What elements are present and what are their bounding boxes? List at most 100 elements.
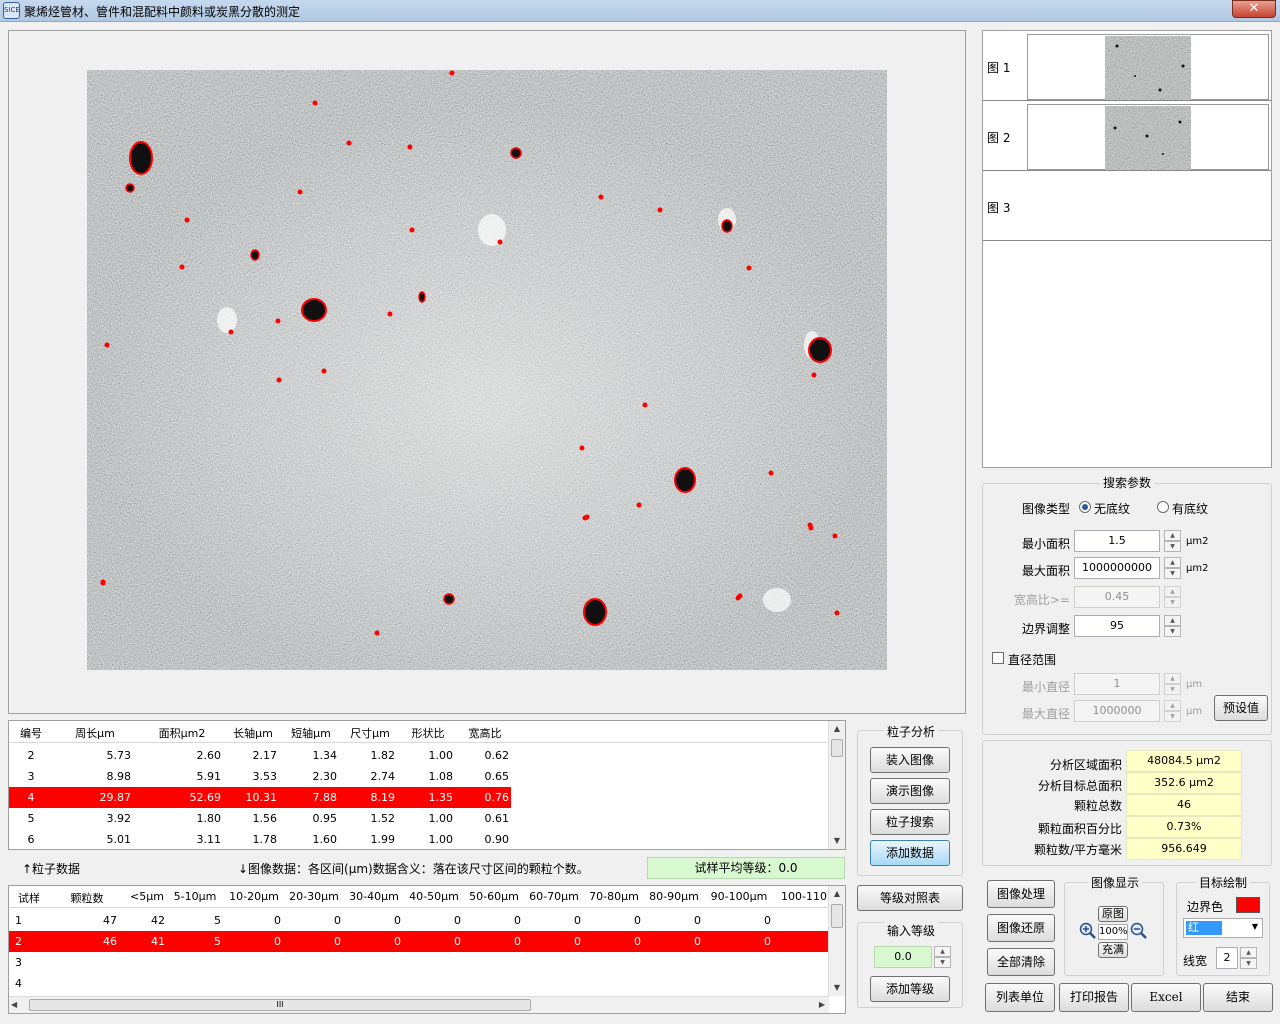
- excel-button[interactable]: Excel: [1131, 983, 1201, 1012]
- grade-input[interactable]: 0.0: [874, 946, 932, 968]
- scroll-up-icon[interactable]: ▲: [829, 721, 845, 737]
- aspect-ratio-input[interactable]: 0.45: [1074, 586, 1160, 608]
- grade-table-button[interactable]: 等级对照表: [857, 885, 963, 911]
- line-width-input[interactable]: 2: [1216, 947, 1238, 969]
- particle-cell: 2: [27, 749, 35, 762]
- load-image-button[interactable]: 装入图像: [870, 747, 950, 773]
- image-restore-button[interactable]: 图像还原: [987, 914, 1055, 942]
- min-diameter-spinner[interactable]: ▲ ▼: [1164, 673, 1181, 695]
- sample-cell: 0: [634, 914, 641, 927]
- avg-grade-label: 试样平均等级：: [694, 861, 779, 875]
- scroll-up-icon[interactable]: ▲: [829, 886, 845, 902]
- add-grade-button[interactable]: 添加等级: [870, 976, 950, 1002]
- min-area-input[interactable]: 1.5: [1074, 530, 1160, 552]
- max-diameter-label: 最大直径: [1021, 707, 1070, 721]
- aspect-ratio-spinner[interactable]: ▲ ▼: [1164, 586, 1181, 608]
- particle-row[interactable]: 5 3.92 1.80 1.56 0.95 1.52 1.00 0.61: [9, 808, 829, 829]
- max-diameter-spinner[interactable]: ▲ ▼: [1164, 700, 1181, 722]
- edge-adjust-spinner[interactable]: ▲ ▼: [1164, 615, 1181, 637]
- thumbnail-row-3[interactable]: 图 3: [983, 171, 1271, 241]
- list-unit-button[interactable]: 列表单位: [985, 983, 1055, 1012]
- sample-cell: 0: [334, 935, 341, 948]
- zoom-out-icon[interactable]: [1130, 922, 1148, 940]
- particle-row[interactable]: 4 29.87 52.69 10.31 7.88 8.19 1.35 0.76: [9, 787, 511, 808]
- radio-no-texture[interactable]: [1079, 501, 1091, 513]
- sample-cell: 4: [15, 977, 22, 990]
- dropdown-arrow-icon[interactable]: ▼: [1252, 922, 1258, 931]
- thumbnail-row-2[interactable]: 图 2: [983, 101, 1271, 171]
- particle-cell: 0.61: [484, 812, 510, 825]
- particle-cell: 8.98: [106, 770, 132, 783]
- sample-row[interactable]: 4: [9, 973, 829, 994]
- thumbnail-image-1[interactable]: [1027, 34, 1269, 100]
- sample-table-hscrollbar[interactable]: ◀ III ▶: [9, 996, 829, 1013]
- color-select[interactable]: 红 ▼: [1183, 918, 1263, 938]
- border-color-swatch[interactable]: [1236, 897, 1260, 913]
- particle-search-button[interactable]: 粒子搜索: [870, 809, 950, 835]
- radio-no-texture-label: 无底纹: [1094, 502, 1131, 516]
- sample-cell: 47: [103, 914, 117, 927]
- particle-cell: 52.69: [189, 791, 222, 804]
- scroll-down-icon[interactable]: ▼: [829, 980, 845, 996]
- min-area-unit: μm2: [1186, 536, 1209, 547]
- image-process-button[interactable]: 图像处理: [987, 880, 1055, 908]
- small-particle: [832, 533, 838, 539]
- particle-row[interactable]: 3 8.98 5.91 3.53 2.30 2.74 1.08 0.65: [9, 766, 829, 787]
- particle-table-scrollbar[interactable]: ▲ ▼: [828, 721, 845, 849]
- small-particle: [297, 189, 303, 195]
- particle-cell: 2.17: [252, 749, 278, 762]
- max-area-spinner[interactable]: ▲ ▼: [1164, 557, 1181, 579]
- print-report-button[interactable]: 打印报告: [1059, 983, 1129, 1012]
- clear-all-button[interactable]: 全部清除: [987, 948, 1055, 976]
- exit-button[interactable]: 结束: [1203, 983, 1273, 1012]
- sample-row[interactable]: 1 47 42 5 0 0 0 0 0 0 0 0 0: [9, 910, 829, 931]
- max-area-input[interactable]: 1000000000: [1074, 557, 1160, 579]
- small-particle: [449, 70, 455, 76]
- grade-spinner[interactable]: ▲ ▼: [934, 946, 951, 968]
- input-grade-title: 输入等级: [884, 922, 939, 939]
- sample-row[interactable]: 3: [9, 952, 829, 973]
- demo-image-button[interactable]: 演示图像: [870, 778, 950, 804]
- sample-row[interactable]: 2 46 41 5 0 0 0 0 0 0 0 0 0: [9, 931, 829, 952]
- scroll-thumb[interactable]: [831, 904, 843, 928]
- scroll-down-icon[interactable]: ▼: [829, 833, 845, 849]
- thumbnail-row-1[interactable]: 图 1: [983, 31, 1271, 101]
- particle-row[interactable]: 6 5.01 3.11 1.78 1.60 1.99 1.00 0.90: [9, 829, 829, 850]
- particle-row[interactable]: 2 5.73 2.60 2.17 1.34 1.82 1.00 0.62: [9, 745, 829, 766]
- small-particle: [100, 579, 106, 585]
- particle-cell: 1.35: [428, 791, 454, 804]
- add-data-button[interactable]: 添加数据: [870, 840, 950, 866]
- small-particle: [275, 318, 281, 324]
- min-area-spinner[interactable]: ▲ ▼: [1164, 530, 1181, 552]
- scroll-right-icon[interactable]: ▶: [819, 997, 825, 1013]
- thumbnail-label-3: 图 3: [987, 201, 1011, 215]
- sample-table-vscrollbar[interactable]: ▲ ▼: [828, 886, 845, 996]
- line-width-spinner[interactable]: ▲ ▼: [1240, 947, 1257, 969]
- particle-cell: 0.65: [484, 770, 510, 783]
- zoom-level[interactable]: 100%: [1098, 924, 1128, 940]
- scroll-left-icon[interactable]: ◀: [11, 997, 17, 1013]
- hscroll-thumb[interactable]: III: [29, 999, 531, 1011]
- medium-particle: [125, 183, 135, 193]
- particle-analysis-title: 粒子分析: [884, 723, 939, 740]
- preset-button[interactable]: 预设值: [1214, 695, 1268, 721]
- zoom-in-icon[interactable]: [1079, 922, 1097, 940]
- close-button[interactable]: ✕: [1232, 0, 1276, 18]
- fill-button[interactable]: 充满: [1098, 942, 1128, 958]
- medium-particle: [510, 147, 522, 159]
- medium-particle: [418, 291, 426, 303]
- particle-data-table[interactable]: 编号 周长μm 面积μm2 长轴μm 短轴μm 尺寸μm 形状比 宽高比 2 5.…: [8, 720, 846, 850]
- edge-adjust-input[interactable]: 95: [1074, 615, 1160, 637]
- diameter-range-checkbox[interactable]: [992, 652, 1004, 664]
- specimen-image[interactable]: [87, 70, 887, 670]
- thumbnail-specimen-2: [1105, 106, 1191, 170]
- min-diameter-input[interactable]: 1: [1074, 673, 1160, 695]
- radio-texture[interactable]: [1157, 501, 1169, 513]
- scroll-thumb[interactable]: [831, 739, 843, 757]
- original-size-button[interactable]: 原图: [1098, 906, 1128, 922]
- thumbnail-specimen-1: [1105, 36, 1191, 100]
- thumbnail-image-2[interactable]: [1027, 104, 1269, 170]
- large-particle: [583, 598, 607, 626]
- max-diameter-input[interactable]: 1000000: [1074, 700, 1160, 722]
- sample-data-table[interactable]: 试样 颗粒数 <5μm 5-10μm 10-20μm 20-30μm 30-40μm 40-5…: [8, 885, 846, 1014]
